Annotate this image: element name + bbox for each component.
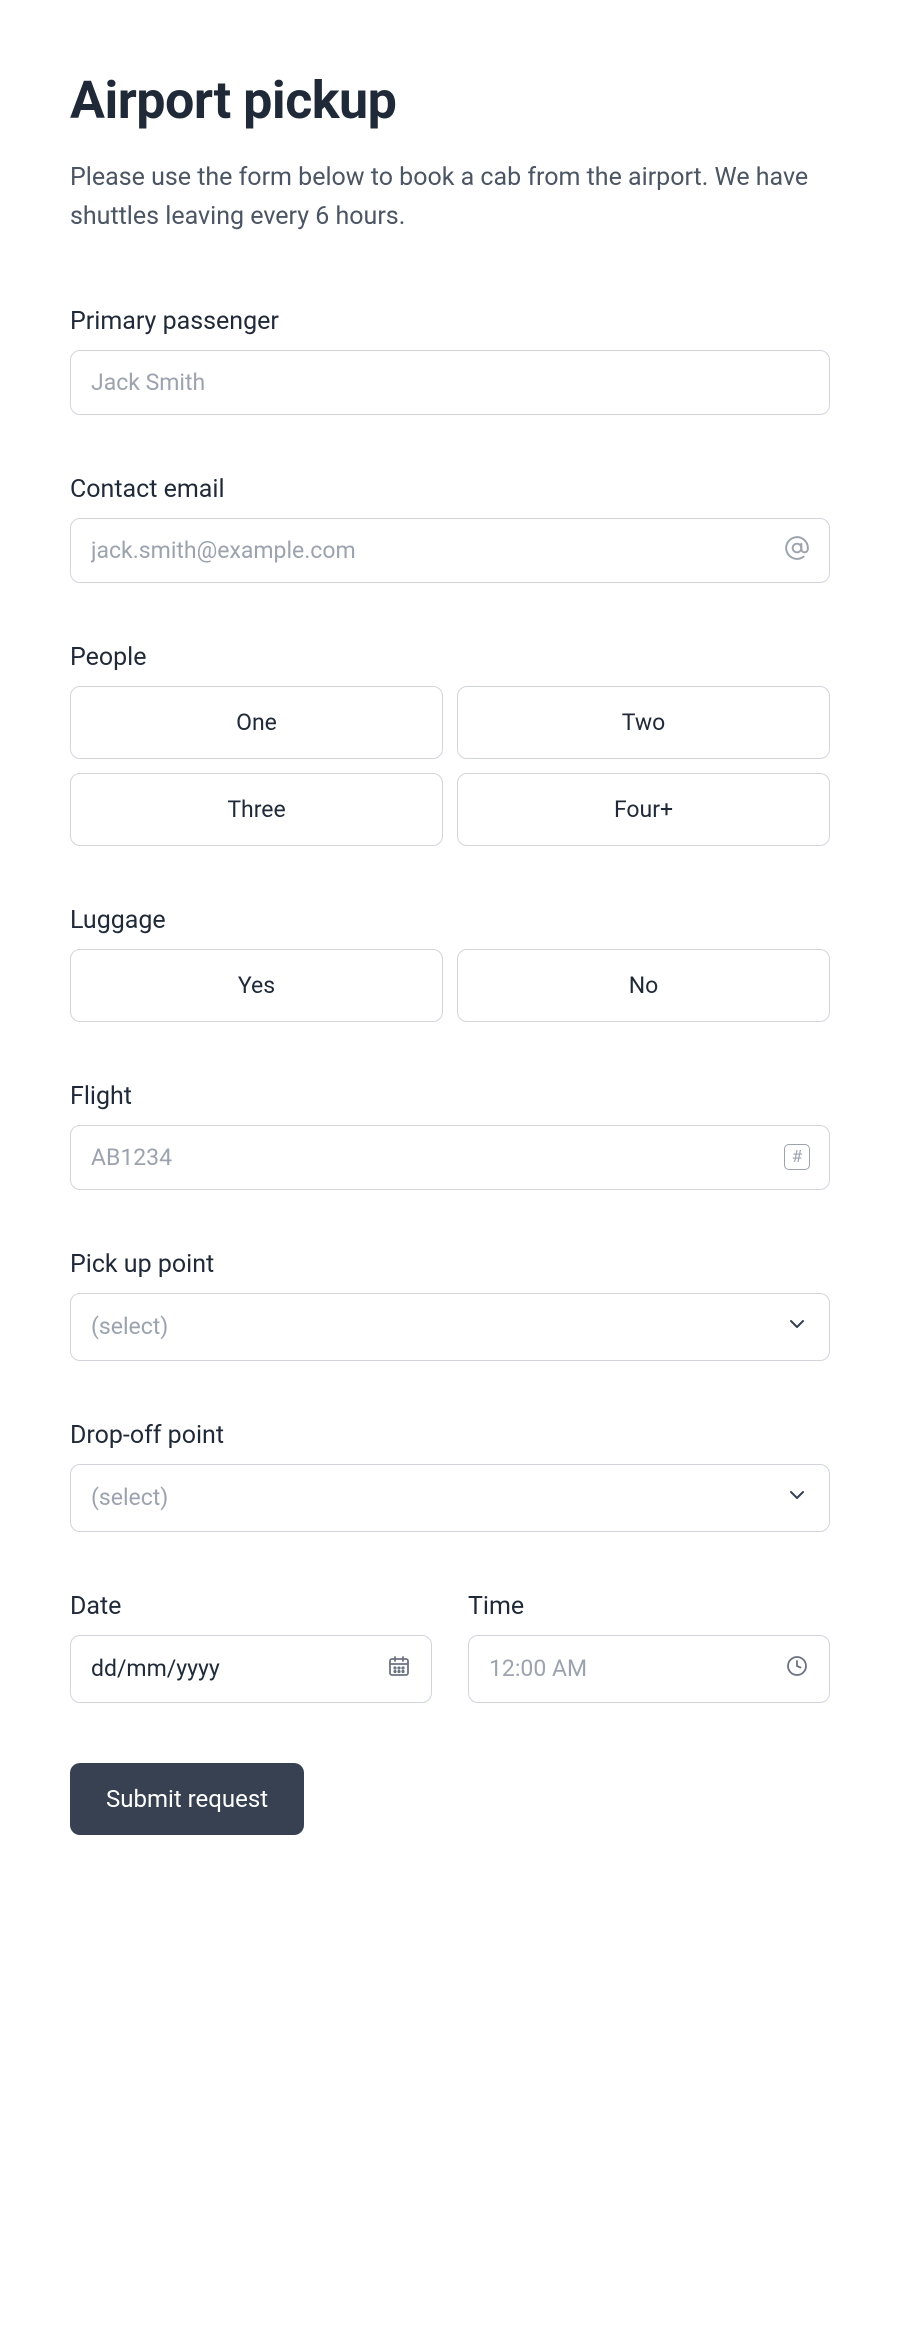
luggage-label: Luggage [70,906,830,935]
people-option-one[interactable]: One [70,686,443,759]
page-description: Please use the form below to book a cab … [70,159,830,237]
dropoff-select-value: (select) [91,1484,168,1511]
calendar-icon [387,1654,411,1684]
pickup-select[interactable]: (select) [70,1293,830,1361]
time-group: Time 12:00 AM [468,1592,830,1703]
clock-icon [785,1654,809,1684]
luggage-group: Luggage Yes No [70,906,830,1022]
dropoff-label: Drop-off point [70,1421,830,1450]
pickup-group: Pick up point (select) [70,1250,830,1361]
luggage-option-yes[interactable]: Yes [70,949,443,1022]
dropoff-select[interactable]: (select) [70,1464,830,1532]
time-input[interactable]: 12:00 AM [468,1635,830,1703]
page-title: Airport pickup [70,70,830,131]
pickup-select-value: (select) [91,1313,168,1340]
date-value: dd/mm/yyyy [91,1655,220,1682]
people-option-four-plus[interactable]: Four+ [457,773,830,846]
chevron-down-icon [785,1312,809,1342]
people-group: People One Two Three Four+ [70,643,830,846]
contact-email-input[interactable] [70,518,830,583]
contact-email-group: Contact email [70,475,830,583]
people-option-three[interactable]: Three [70,773,443,846]
dropoff-group: Drop-off point (select) [70,1421,830,1532]
pickup-label: Pick up point [70,1250,830,1279]
flight-input[interactable] [70,1125,830,1190]
contact-email-label: Contact email [70,475,830,504]
primary-passenger-group: Primary passenger [70,307,830,415]
chevron-down-icon [785,1483,809,1513]
date-group: Date dd/mm/yyyy [70,1592,432,1703]
flight-group: Flight # [70,1082,830,1190]
flight-label: Flight [70,1082,830,1111]
date-time-row: Date dd/mm/yyyy Time [70,1592,830,1703]
people-label: People [70,643,830,672]
primary-passenger-input[interactable] [70,350,830,415]
time-value: 12:00 AM [489,1655,587,1682]
time-label: Time [468,1592,830,1621]
people-option-two[interactable]: Two [457,686,830,759]
primary-passenger-label: Primary passenger [70,307,830,336]
submit-button[interactable]: Submit request [70,1763,304,1835]
date-label: Date [70,1592,432,1621]
date-input[interactable]: dd/mm/yyyy [70,1635,432,1703]
luggage-option-no[interactable]: No [457,949,830,1022]
